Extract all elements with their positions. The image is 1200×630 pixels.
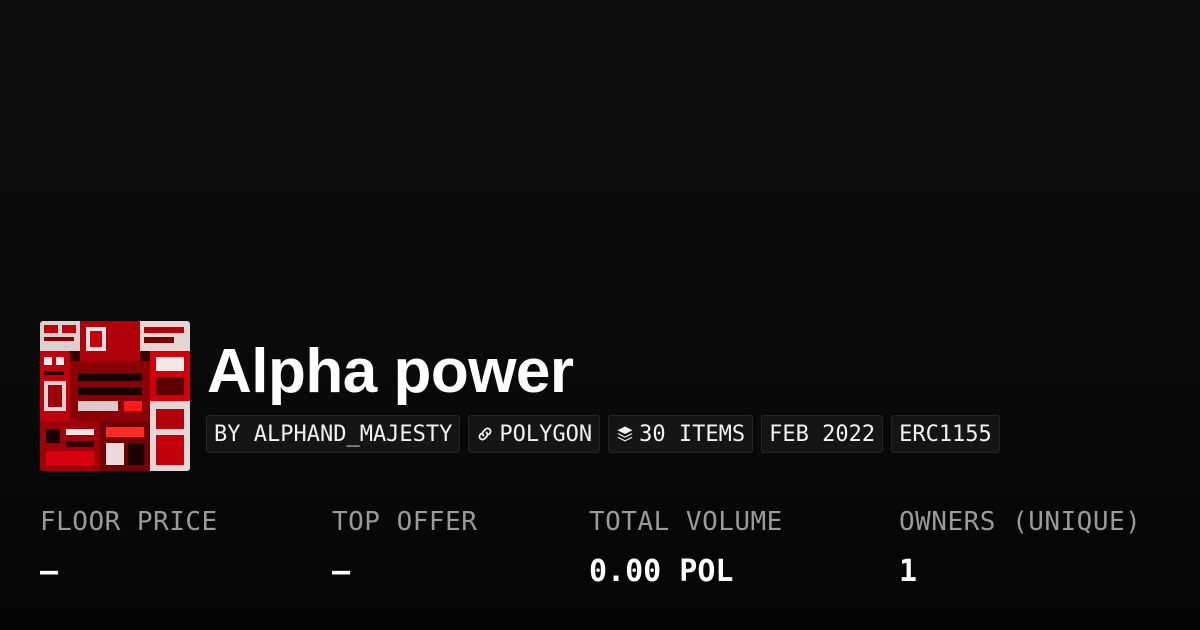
stat-floor-price: FLOOR PRICE — [40, 505, 218, 589]
layers-icon [616, 425, 634, 443]
stat-value: 1 [899, 554, 918, 589]
stat-top-offer: TOP OFFER — [332, 505, 477, 589]
stat-label: OWNERS (UNIQUE) [899, 507, 1142, 537]
stat-label: TOTAL VOLUME [589, 507, 783, 537]
standard-tag-text: ERC1155 [899, 421, 992, 447]
stat-value: — [332, 554, 351, 589]
standard-tag: ERC1155 [891, 415, 1000, 453]
stat-label: FLOOR PRICE [40, 507, 218, 537]
stat-label: TOP OFFER [332, 507, 478, 537]
creator-tag-text: BY ALPHAND_MAJESTY [214, 421, 453, 447]
collection-thumbnail [40, 321, 190, 471]
collection-title: Alpha power [207, 337, 574, 406]
stat-value: 0.00 POL [589, 554, 734, 589]
chain-link-icon [476, 425, 494, 443]
stat-owners: OWNERS (UNIQUE) 1 [899, 505, 1141, 589]
items-tag-text: 30 ITEMS [639, 421, 746, 447]
creator-tag[interactable]: BY ALPHAND_MAJESTY [206, 415, 461, 453]
chain-tag-text: POLYGON [499, 421, 593, 447]
items-tag[interactable]: 30 ITEMS [608, 415, 754, 453]
date-tag: FEB 2022 [761, 415, 884, 453]
stat-total-volume: TOTAL VOLUME 0.00 POL [589, 505, 783, 589]
collection-tags: BY ALPHAND_MAJESTY POLYGON 30 ITEMS FEB … [206, 415, 1000, 453]
stat-value: — [40, 554, 59, 589]
date-tag-text: FEB 2022 [769, 421, 876, 447]
chain-tag[interactable]: POLYGON [468, 415, 601, 453]
